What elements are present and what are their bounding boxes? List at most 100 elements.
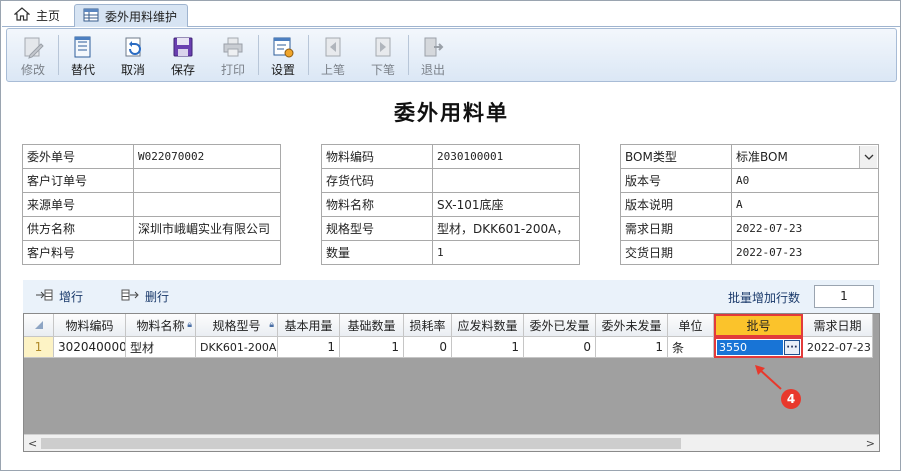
lock-icon: 🔒︎ bbox=[187, 320, 192, 330]
cancel-button[interactable]: 取消 bbox=[111, 31, 155, 81]
cell-batch-no[interactable]: 3550 ··· bbox=[714, 337, 803, 358]
inventory-code-field[interactable] bbox=[432, 168, 580, 193]
toolbar-divider bbox=[308, 35, 309, 75]
home-icon bbox=[13, 7, 31, 24]
col-header[interactable]: 物料编码 bbox=[54, 314, 126, 337]
material-code-field[interactable]: 2030100001 bbox=[432, 144, 580, 169]
cell-material-code[interactable]: 3020400001 bbox=[54, 337, 126, 358]
cell-material-name[interactable]: 型材 bbox=[126, 337, 196, 358]
field-label: 规格型号 bbox=[321, 216, 433, 241]
tab-home-label: 主页 bbox=[36, 9, 61, 23]
field-label: 版本号 bbox=[620, 168, 732, 193]
cell-base-usage[interactable]: 1 bbox=[278, 337, 340, 358]
customer-part-no-field[interactable] bbox=[133, 240, 281, 265]
exit-button[interactable]: 退出 bbox=[411, 31, 455, 81]
version-desc-field[interactable]: A bbox=[731, 192, 879, 217]
field-label: 供方名称 bbox=[22, 216, 134, 241]
material-name-field[interactable]: SX-101底座 bbox=[432, 192, 580, 217]
edit-icon bbox=[24, 37, 44, 59]
col-header[interactable]: 需求日期 bbox=[803, 314, 873, 337]
tab-outsource-material[interactable]: 委外用料维护 bbox=[74, 4, 188, 27]
col-header[interactable]: 应发料数量 bbox=[452, 314, 524, 337]
previous-record-label: 上笔 bbox=[320, 63, 345, 77]
annotation-badge: 4 bbox=[781, 389, 801, 409]
settings-button[interactable]: 设置 bbox=[261, 31, 305, 81]
supplier-name-field[interactable]: 深圳市峨嵋实业有限公司 bbox=[133, 216, 281, 241]
row-number[interactable]: 1 bbox=[24, 337, 54, 358]
add-row-button[interactable]: 增行 bbox=[35, 288, 83, 305]
grid-corner[interactable] bbox=[24, 314, 54, 337]
toolbar-divider bbox=[58, 35, 59, 75]
field-label: BOM类型 bbox=[620, 144, 732, 169]
col-header[interactable]: 基本用量 bbox=[278, 314, 340, 337]
delete-row-button[interactable]: 删行 bbox=[121, 288, 169, 305]
substitute-button-label: 替代 bbox=[70, 63, 95, 77]
cell-spec-model[interactable]: DKK601-200A bbox=[196, 337, 278, 358]
version-no-field[interactable]: A0 bbox=[731, 168, 879, 193]
cell-unit[interactable]: 条 bbox=[668, 337, 714, 358]
delivery-date-field[interactable]: 2022-07-23 bbox=[731, 240, 879, 265]
batch-no-input[interactable]: 3550 bbox=[717, 340, 783, 355]
field-label: 交货日期 bbox=[620, 240, 732, 265]
toolbar-divider bbox=[258, 35, 259, 75]
chevron-down-icon[interactable] bbox=[859, 146, 877, 168]
add-row-icon bbox=[35, 289, 53, 304]
tab-home[interactable]: 主页 bbox=[6, 4, 70, 27]
bom-type-select[interactable]: 标准BOM bbox=[731, 144, 879, 169]
col-header-label: 规格型号 bbox=[212, 318, 261, 333]
field-label: 物料编码 bbox=[321, 144, 433, 169]
settings-icon bbox=[273, 37, 294, 58]
grid-header: 物料编码 物料名称 🔒︎ 规格型号 🔒︎ 基本用量 基础数量 损耗率 应发料数量 委… bbox=[24, 314, 873, 337]
scroll-right-icon[interactable]: > bbox=[866, 437, 875, 450]
col-header[interactable]: 损耗率 bbox=[404, 314, 452, 337]
ellipsis-button[interactable]: ··· bbox=[784, 340, 800, 355]
next-record-button[interactable]: 下笔 bbox=[361, 31, 405, 81]
col-header[interactable]: 基础数量 bbox=[340, 314, 404, 337]
print-button-label: 打印 bbox=[220, 63, 245, 77]
required-date-field[interactable]: 2022-07-23 bbox=[731, 216, 879, 241]
col-header[interactable]: 单位 bbox=[668, 314, 714, 337]
cell-loss-rate[interactable]: 0 bbox=[404, 337, 452, 358]
quantity-field[interactable]: 1 bbox=[432, 240, 580, 265]
field-label: 客户料号 bbox=[22, 240, 134, 265]
settings-button-label: 设置 bbox=[270, 63, 295, 77]
form-right: BOM类型 标准BOM 版本号 A0 版本说明 A 需求日期 2022-07-23 交货… bbox=[620, 144, 879, 265]
lock-icon: 🔒︎ bbox=[269, 320, 274, 330]
col-header[interactable]: 委外未发量 bbox=[596, 314, 668, 337]
cell-base-qty[interactable]: 1 bbox=[340, 337, 404, 358]
horizontal-scrollbar[interactable]: < > bbox=[24, 434, 879, 451]
customer-order-no-field[interactable] bbox=[133, 168, 281, 193]
col-header[interactable]: 规格型号 🔒︎ bbox=[196, 314, 278, 337]
edit-button-label: 修改 bbox=[20, 63, 45, 77]
exit-icon bbox=[424, 37, 444, 57]
scroll-left-icon[interactable]: < bbox=[28, 437, 37, 450]
spec-model-field[interactable]: 型材，DKK601-200A， bbox=[432, 216, 580, 241]
toolbar-divider bbox=[408, 35, 409, 75]
print-button[interactable]: 打印 bbox=[211, 31, 255, 81]
col-header-batch-no[interactable]: 批号 bbox=[714, 314, 803, 337]
outsource-order-no-field[interactable]: W022070002 bbox=[133, 144, 281, 169]
source-order-no-field[interactable] bbox=[133, 192, 281, 217]
col-header-label: 物料名称 bbox=[136, 318, 185, 333]
cell-issued-qty[interactable]: 0 bbox=[524, 337, 596, 358]
tab-outsource-material-label: 委外用料维护 bbox=[105, 9, 178, 24]
detail-toolbar: 增行 删行 批量增加行数 1 bbox=[23, 280, 880, 313]
substitute-button[interactable]: 替代 bbox=[61, 31, 105, 81]
save-button[interactable]: 保存 bbox=[161, 31, 205, 81]
exit-button-label: 退出 bbox=[420, 63, 445, 77]
col-header[interactable]: 委外已发量 bbox=[524, 314, 596, 337]
next-record-label: 下笔 bbox=[370, 63, 395, 77]
cell-issue-qty[interactable]: 1 bbox=[452, 337, 524, 358]
cell-unissued-qty[interactable]: 1 bbox=[596, 337, 668, 358]
save-icon bbox=[173, 37, 193, 57]
edit-button[interactable]: 修改 bbox=[11, 31, 55, 81]
scrollbar-thumb[interactable] bbox=[41, 438, 681, 449]
previous-record-button[interactable]: 上笔 bbox=[311, 31, 355, 81]
batch-add-input[interactable]: 1 bbox=[814, 285, 874, 308]
cell-required-date[interactable]: 2022-07-23 bbox=[803, 337, 873, 358]
field-label: 委外单号 bbox=[22, 144, 134, 169]
cancel-button-label: 取消 bbox=[120, 63, 145, 77]
field-label: 版本说明 bbox=[620, 192, 732, 217]
table-row[interactable]: 1 3020400001 型材 DKK601-200A 1 1 0 1 0 1 … bbox=[24, 337, 873, 358]
col-header[interactable]: 物料名称 🔒︎ bbox=[126, 314, 196, 337]
